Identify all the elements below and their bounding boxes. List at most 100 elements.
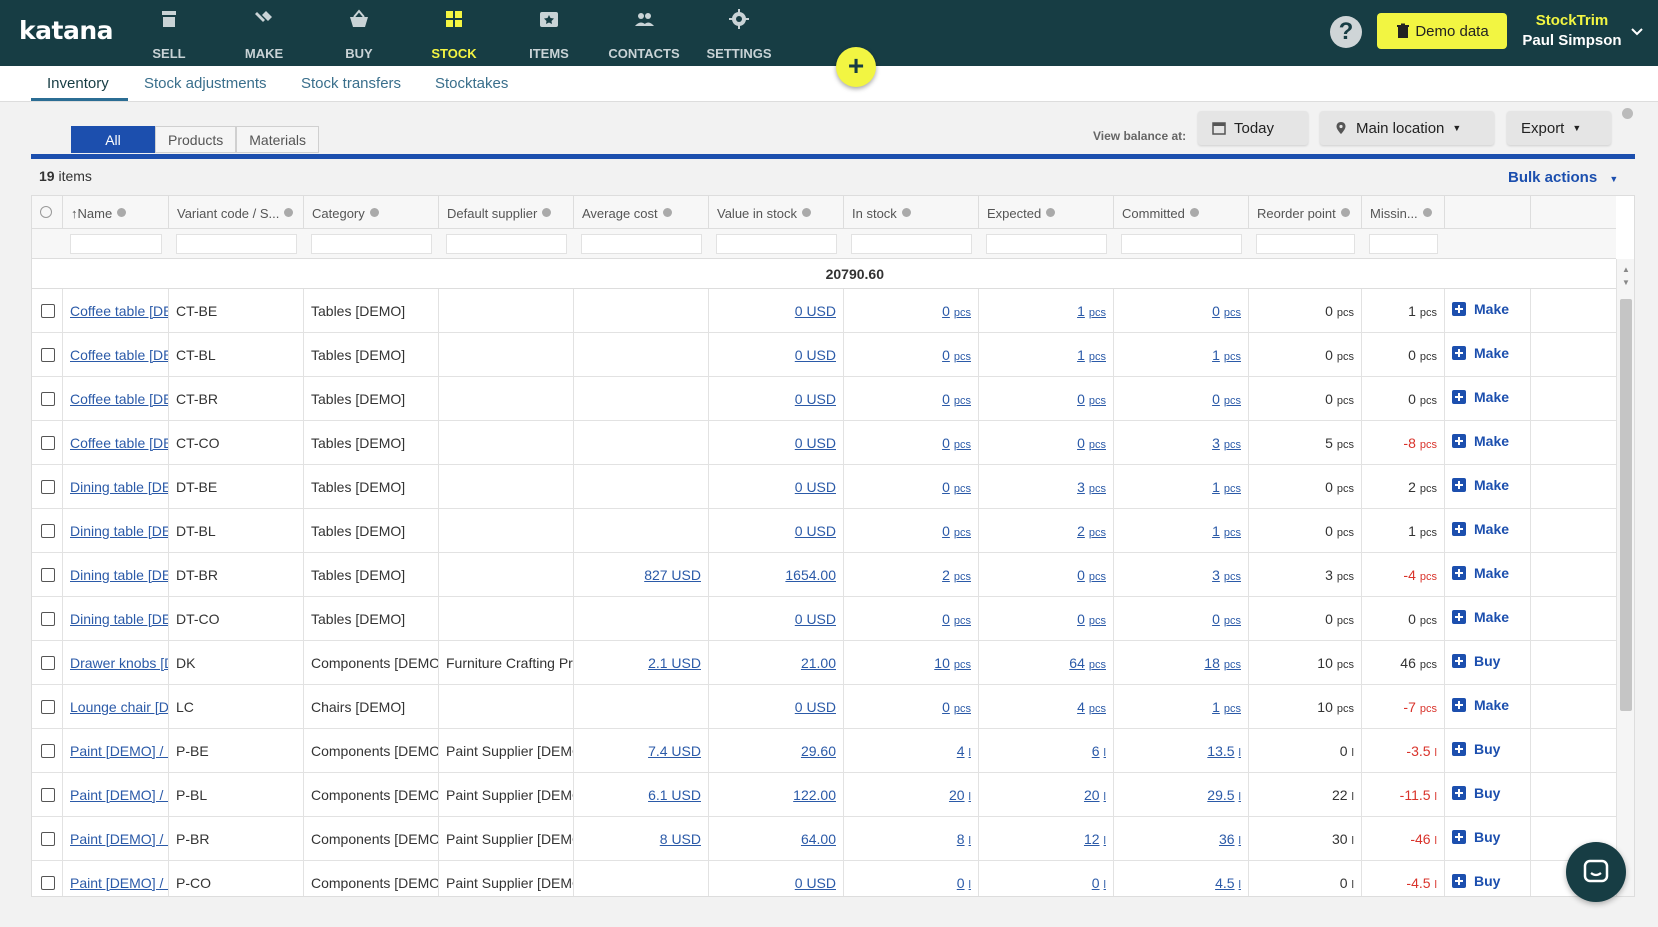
location-select[interactable]: Main location ▼	[1320, 111, 1494, 145]
cell-link[interactable]: 0 USD	[795, 611, 836, 627]
row-checkbox[interactable]	[41, 524, 55, 538]
cell-link[interactable]: 64.00	[801, 831, 836, 847]
cell-link[interactable]: 0	[1212, 303, 1220, 319]
cell-link[interactable]: Paint [DEMO] / Brown	[70, 831, 168, 847]
filter-products[interactable]: Products	[155, 126, 237, 153]
info-icon[interactable]	[1422, 208, 1432, 217]
info-icon[interactable]	[901, 208, 911, 217]
row-action-button[interactable]: Make	[1452, 609, 1523, 625]
cell-link[interactable]: 1	[1212, 699, 1220, 715]
nav-contacts[interactable]: CONTACTS	[596, 6, 692, 61]
chevron-down-icon[interactable]	[1629, 24, 1645, 40]
cell-link[interactable]: 0	[942, 347, 950, 363]
column-filter-input[interactable]	[581, 234, 702, 254]
row-checkbox[interactable]	[41, 392, 55, 406]
filter-all[interactable]: All	[71, 126, 155, 153]
tab-stocktakes[interactable]: Stocktakes	[435, 75, 508, 92]
column-header[interactable]: Variant code / S...	[169, 196, 304, 229]
cell-link[interactable]: 0	[942, 303, 950, 319]
row-action-button[interactable]: Make	[1452, 697, 1523, 713]
row-action-button[interactable]: Make	[1452, 433, 1523, 449]
cell-link[interactable]: 64	[1069, 655, 1085, 671]
row-action-button[interactable]: Make	[1452, 477, 1523, 493]
column-filter-input[interactable]	[851, 234, 972, 254]
cell-link[interactable]: Dining table [DEMO] / Coral	[70, 611, 168, 627]
row-checkbox[interactable]	[41, 568, 55, 582]
cell-link[interactable]: Paint [DEMO] / Beige	[70, 743, 168, 759]
cell-link[interactable]: 1	[1212, 347, 1220, 363]
row-checkbox[interactable]	[41, 480, 55, 494]
row-action-button[interactable]: Buy	[1452, 785, 1523, 801]
cell-link[interactable]: 7.4 USD	[648, 743, 701, 759]
cell-link[interactable]: 0 USD	[795, 391, 836, 407]
cell-link[interactable]: 3	[1212, 435, 1220, 451]
column-filter-input[interactable]	[1256, 234, 1355, 254]
row-action-button[interactable]: Make	[1452, 565, 1523, 581]
column-header[interactable]: Expected	[979, 196, 1114, 229]
cell-link[interactable]: 12	[1084, 831, 1100, 847]
cell-link[interactable]: 1	[1077, 303, 1085, 319]
vertical-scrollbar[interactable]: ▲ ▼	[1616, 259, 1634, 896]
column-filter-input[interactable]	[70, 234, 162, 254]
column-header[interactable]: Missin...	[1362, 196, 1445, 229]
scroll-down-icon[interactable]: ▼	[1622, 278, 1630, 287]
row-checkbox[interactable]	[41, 348, 55, 362]
cell-link[interactable]: 122.00	[793, 787, 836, 803]
column-header[interactable]: Value in stock	[709, 196, 844, 229]
chat-button[interactable]	[1566, 842, 1626, 902]
row-action-button[interactable]: Buy	[1452, 873, 1523, 889]
column-header[interactable]: Default supplier	[439, 196, 574, 229]
cell-link[interactable]: 0	[1092, 875, 1100, 891]
cell-link[interactable]: 2	[1077, 523, 1085, 539]
cell-link[interactable]: 0	[942, 611, 950, 627]
cell-link[interactable]: 29.5	[1207, 787, 1234, 803]
row-checkbox[interactable]	[41, 744, 55, 758]
tab-stock-adjustments[interactable]: Stock adjustments	[144, 75, 267, 92]
row-checkbox[interactable]	[41, 832, 55, 846]
row-action-button[interactable]: Buy	[1452, 741, 1523, 757]
katana-logo[interactable]: katana	[19, 16, 114, 45]
cell-link[interactable]: 0	[942, 479, 950, 495]
column-filter-input[interactable]	[716, 234, 837, 254]
column-header[interactable]: Committed	[1114, 196, 1249, 229]
row-action-button[interactable]: Make	[1452, 389, 1523, 405]
column-header[interactable]: Category	[304, 196, 439, 229]
cell-link[interactable]: 0	[1077, 567, 1085, 583]
tab-inventory[interactable]: Inventory	[47, 75, 109, 92]
cell-link[interactable]: 20	[949, 787, 965, 803]
cell-link[interactable]: 0 USD	[795, 347, 836, 363]
cell-link[interactable]: 0 USD	[795, 479, 836, 495]
column-filter-input[interactable]	[446, 234, 567, 254]
column-filter-input[interactable]	[986, 234, 1107, 254]
nav-sell[interactable]: SELL	[121, 6, 217, 61]
scrollbar-thumb[interactable]	[1620, 299, 1632, 711]
cell-link[interactable]: 18	[1204, 655, 1220, 671]
info-icon[interactable]	[542, 208, 552, 217]
cell-link[interactable]: 827 USD	[644, 567, 701, 583]
row-checkbox[interactable]	[41, 700, 55, 714]
row-action-button[interactable]: Make	[1452, 345, 1523, 361]
export-button[interactable]: Export ▼	[1507, 111, 1611, 145]
row-checkbox[interactable]	[41, 612, 55, 626]
scroll-up-icon[interactable]: ▲	[1622, 265, 1630, 274]
info-icon[interactable]	[1189, 208, 1199, 217]
cell-link[interactable]: 0	[1077, 435, 1085, 451]
cell-link[interactable]: 1	[1212, 479, 1220, 495]
cell-link[interactable]: 2.1 USD	[648, 655, 701, 671]
row-checkbox[interactable]	[41, 876, 55, 890]
cell-link[interactable]: Coffee table [DEMO] / Brown	[70, 391, 168, 407]
cell-link[interactable]: 13.5	[1207, 743, 1234, 759]
column-header[interactable]: Average cost	[574, 196, 709, 229]
row-checkbox[interactable]	[41, 656, 55, 670]
column-filter-input[interactable]	[311, 234, 432, 254]
cell-link[interactable]: Dining table [DEMO] / Beige	[70, 479, 168, 495]
cell-link[interactable]: 3	[1077, 479, 1085, 495]
cell-link[interactable]: 0 USD	[795, 875, 836, 891]
help-icon[interactable]: ?	[1330, 16, 1362, 48]
cell-link[interactable]: 0	[957, 875, 965, 891]
user-menu[interactable]: StockTrim Paul Simpson	[1519, 12, 1625, 49]
column-header[interactable]: In stock	[844, 196, 979, 229]
info-icon[interactable]	[369, 208, 379, 217]
cell-link[interactable]: Dining table [DEMO] / Blue	[70, 523, 168, 539]
cell-link[interactable]: Paint [DEMO] / Coral	[70, 875, 168, 891]
